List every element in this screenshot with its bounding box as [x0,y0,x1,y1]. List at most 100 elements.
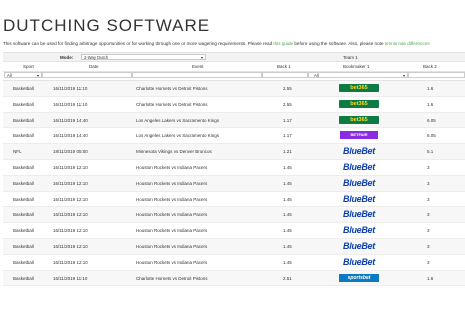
mode-select[interactable]: 2-Way Dutch ▾ [81,54,206,60]
team1-label: Team 1 [343,55,358,60]
cell-back1: 1.45 [283,259,292,265]
cell-event: Houston Rockets vs Indiana Pacers [136,164,208,170]
cell-event: Houston Rockets vs Indiana Pacers [136,212,208,218]
table-row[interactable]: Basketball 16/11/2019 11:10 Charlotte Horn… [3,270,465,287]
table-row[interactable]: Basketball 16/11/2019 12:10 Houston Rocket… [3,175,465,192]
bookmaker-logo[interactable]: BlueBet [339,194,379,203]
mode-select-value: 2-Way Dutch [84,55,109,60]
bookmaker-logo[interactable]: BlueBet [339,147,379,156]
intro-text-part: This software can be used for finding ar… [3,41,274,46]
filter-row: All ▾ All ▾ [3,70,465,81]
event-filter-input[interactable] [132,72,262,78]
cell-event: Houston Rockets vs Indiana Pacers [136,243,208,249]
table-row[interactable]: Basketball 16/11/2019 11:10 Charlotte Horn… [3,81,465,97]
cell-sport: Basketball [13,212,34,218]
cell-event: Los Angeles Lakers vs Sacramento Kings [136,133,220,139]
bookmaker-logo[interactable]: BlueBet [339,162,379,171]
cell-back2: 1.6 [427,101,434,107]
table-row[interactable]: Basketball 16/11/2019 12:10 Houston Rocket… [3,238,465,255]
cell-event: Charlotte Hornets vs Detroit Pistons [136,101,208,107]
cell-date: 16/11/2019 12:10 [53,180,88,186]
cell-back2: 3 [427,164,430,170]
cell-back1: 2.51 [283,275,292,281]
cell-back1: 1.45 [283,228,292,234]
bookmaker-logo[interactable]: bet365 [339,84,379,92]
sport-filter-value: All [7,73,12,78]
cell-event: Houston Rockets vs Indiana Pacers [136,196,208,202]
back2-filter-input[interactable] [408,72,465,78]
cell-date: 16/11/2019 11:10 [53,275,88,281]
bookmaker-logo[interactable]: BlueBet [339,241,379,250]
header-back2[interactable]: Back 2 [423,64,437,69]
table-row[interactable]: Basketball 16/11/2019 12:10 Houston Rocket… [3,192,465,208]
cell-event: Los Angeles Lakers vs Sacramento Kings [136,117,220,123]
cell-event: Houston Rockets vs Indiana Pacers [136,259,208,265]
cell-sport: Basketball [13,164,34,170]
cell-sport: NFL [13,149,22,155]
cell-date: 16/11/2019 14:40 [53,133,88,139]
cell-sport: Basketball [13,228,34,234]
header-event[interactable]: Event [192,64,204,69]
cell-back1: 1.21 [283,149,292,155]
cell-date: 18/11/2019 05:00 [53,149,88,155]
bookmaker-logo[interactable]: BETFAIR [340,131,378,140]
cell-date: 16/11/2019 12:10 [53,196,88,202]
header-sport[interactable]: Sport [23,64,34,69]
bookmaker-logo[interactable]: BlueBet [339,257,379,266]
bookmaker-logo[interactable]: BlueBet [339,226,379,235]
cell-date: 16/11/2019 12:10 [53,228,88,234]
cell-sport: Basketball [13,86,34,91]
header-back1[interactable]: Back 1 [277,64,291,69]
table-row[interactable]: Basketball 16/11/2019 14:40 Los Angeles La… [3,112,465,129]
sport-filter-select[interactable]: All ▾ [4,72,42,78]
bookmaker-filter-select[interactable]: All ▾ [308,72,408,78]
cell-back1: 1.17 [283,133,292,139]
bookmaker-logo[interactable]: bet365 [339,99,379,108]
header-date[interactable]: Date [89,64,99,69]
cell-event: Minnesota Vikings vs Denver Broncos [136,149,212,155]
cell-back2: 3 [427,243,430,249]
table-row[interactable]: Basketball 16/11/2019 12:10 Houston Rocket… [3,223,465,239]
cell-back1: 1.45 [283,243,292,249]
intro-text-part: before using the software. Also, please … [293,41,385,46]
cell-date: 16/11/2019 11:10 [53,101,88,107]
table-row[interactable]: Basketball 16/11/2019 12:10 Houston Rocket… [3,160,465,176]
cell-sport: Basketball [13,275,34,281]
bookmaker-logo[interactable]: sportsbet [339,273,379,282]
tennis-rules-link[interactable]: tennis rule differences [385,41,430,46]
cell-date: 16/11/2019 12:10 [53,164,88,170]
cell-event: Houston Rockets vs Indiana Pacers [136,228,208,234]
cell-back1: 2.55 [283,86,292,91]
cell-sport: Basketball [13,196,34,202]
cell-back2: 3 [427,196,430,202]
back1-filter-input[interactable] [262,72,308,78]
cell-date: 16/11/2019 12:10 [53,243,88,249]
table-row[interactable]: Basketball 16/11/2019 14:40 Los Angeles La… [3,128,465,145]
cell-back2: 6.05 [427,117,436,123]
bookmaker-logo[interactable]: BlueBet [339,210,379,219]
table-row[interactable]: NFL 18/11/2019 05:00 Minnesota Vikings vs … [3,144,465,160]
bookmaker-logo[interactable]: BlueBet [339,178,379,187]
cell-back1: 1.17 [283,117,292,123]
bookmaker-logo[interactable]: bet365 [339,115,379,124]
header-bookmaker1[interactable]: Bookmaker 1 [343,64,370,69]
cell-back2: 3 [427,212,430,218]
cell-event: Charlotte Hornets vs Detroit Pistons [136,275,208,281]
cell-back2: 3 [427,180,430,186]
results-table: Basketball 16/11/2019 11:10 Charlotte Horn… [3,81,465,287]
cell-back1: 1.45 [283,196,292,202]
intro-text: This software can be used for finding ar… [3,41,465,46]
cell-back2: 5.1 [427,149,434,155]
cell-sport: Basketball [13,101,34,107]
cell-back1: 2.55 [283,101,292,107]
table-row[interactable]: Basketball 16/11/2019 12:10 Houston Rocket… [3,255,465,271]
cell-back1: 1.45 [283,164,292,170]
bookmaker-filter-value: All [314,73,319,78]
table-row[interactable]: Basketball 16/11/2019 12:10 Houston Rocket… [3,207,465,224]
cell-event: Charlotte Hornets vs Detroit Pistons [136,86,208,91]
table-row[interactable]: Basketball 16/11/2019 11:10 Charlotte Horn… [3,97,465,113]
cell-back2: 3 [427,228,430,234]
date-filter-input[interactable] [42,72,132,78]
cell-date: 16/11/2019 11:10 [53,86,88,91]
guide-link[interactable]: this guide [273,41,293,46]
